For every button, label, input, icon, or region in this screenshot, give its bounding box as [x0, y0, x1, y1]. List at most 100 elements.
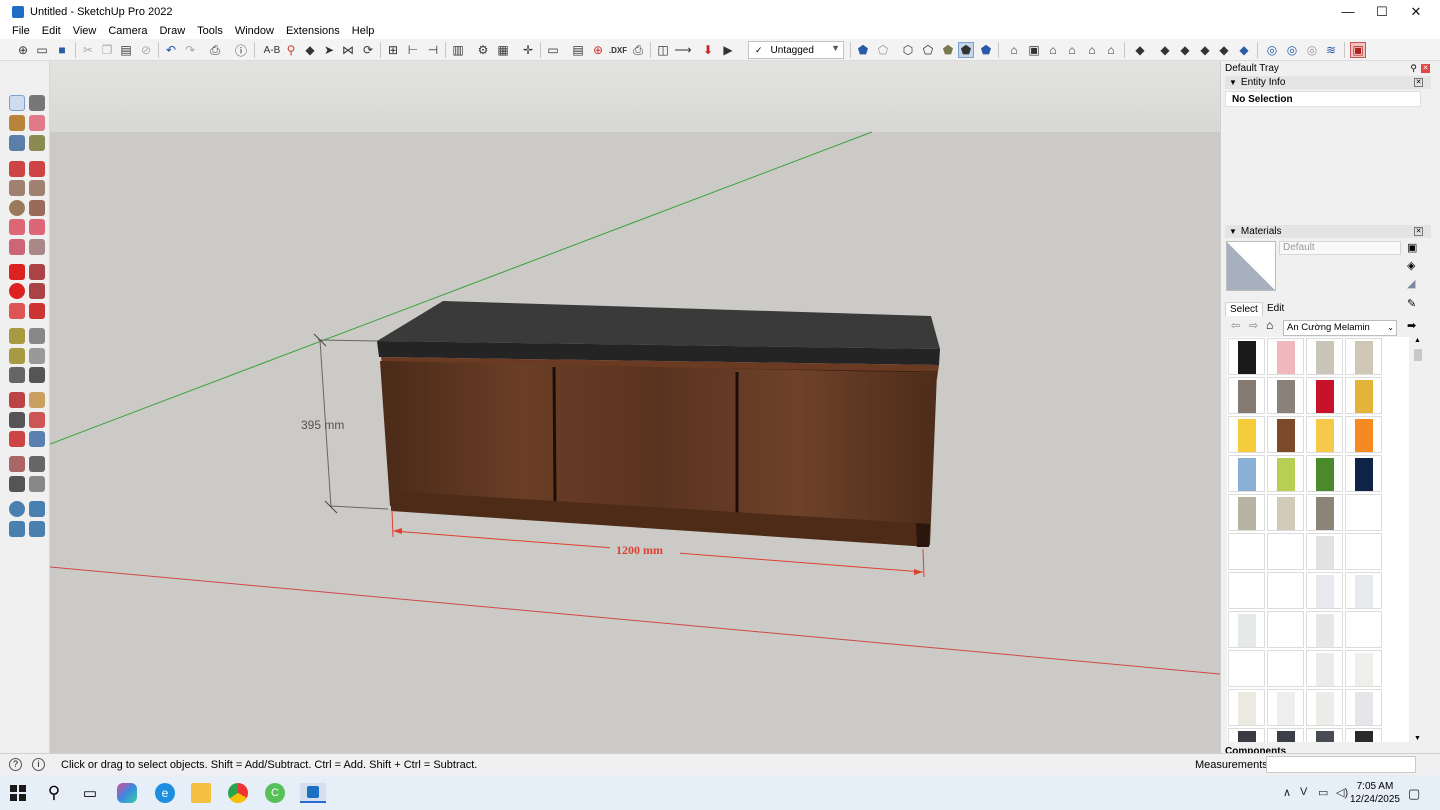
vpn-icon[interactable]: V [1300, 786, 1307, 798]
circle-tool-icon[interactable] [9, 200, 25, 216]
volume-icon[interactable]: ◁) [1336, 786, 1348, 799]
model-info-icon[interactable]: ⓘ [233, 42, 249, 58]
material-swatch[interactable] [1267, 611, 1304, 648]
material-swatch[interactable] [1228, 650, 1265, 687]
measurements-input[interactable] [1266, 756, 1416, 773]
save-icon[interactable]: ■ [54, 42, 70, 58]
material-swatch[interactable] [1345, 650, 1382, 687]
material-swatch[interactable] [1306, 611, 1343, 648]
style-wireframe-icon[interactable]: ⬠ [875, 42, 891, 58]
material-swatch[interactable] [1306, 338, 1343, 375]
extension-warehouse-icon[interactable]: ▣ [1350, 42, 1366, 58]
align-icon[interactable]: ⊞ [385, 42, 401, 58]
search-icon[interactable]: ⚲ [44, 783, 64, 803]
material-swatch[interactable] [1267, 416, 1304, 453]
printer-icon[interactable]: ⎙ [630, 42, 646, 58]
sandbox-icon[interactable]: ◎ [1264, 42, 1280, 58]
material-swatch[interactable] [1267, 377, 1304, 414]
3d-text-icon[interactable] [29, 367, 45, 383]
axes-icon[interactable]: ✛ [520, 42, 536, 58]
material-swatch[interactable] [1267, 572, 1304, 609]
two-point-arc-icon[interactable] [29, 219, 45, 235]
menu-view[interactable]: View [67, 25, 103, 37]
material-swatch[interactable] [1228, 338, 1265, 375]
layout-icon[interactable]: ▥ [450, 42, 466, 58]
material-swatch[interactable] [1228, 611, 1265, 648]
network-icon[interactable]: ▭ [1318, 786, 1328, 799]
material-swatch[interactable] [1345, 455, 1382, 492]
view-back-icon[interactable]: ⌂ [1084, 42, 1100, 58]
rotated-rectangle-icon[interactable] [29, 180, 45, 196]
height-dimension[interactable]: 395 mm [301, 333, 389, 514]
material-swatch[interactable] [1267, 455, 1304, 492]
menu-tools[interactable]: Tools [191, 25, 229, 37]
refresh-icon[interactable]: ⟳ [360, 42, 376, 58]
solid-subtract-icon[interactable]: ◆ [1177, 42, 1193, 58]
style-textured-icon[interactable]: ⬟ [940, 42, 956, 58]
view-top-icon[interactable]: ▣ [1026, 42, 1042, 58]
arc-tool-icon[interactable] [9, 219, 25, 235]
material-swatch[interactable] [1306, 650, 1343, 687]
print-icon[interactable]: ⎙ [207, 42, 223, 58]
position-camera-icon[interactable] [9, 456, 25, 472]
align-center-icon[interactable]: ⊣ [425, 42, 441, 58]
view-right-icon[interactable]: ⌂ [1064, 42, 1080, 58]
material-swatch[interactable] [1306, 494, 1343, 531]
material-swatch[interactable] [1267, 533, 1304, 570]
sandbox-smoove-icon[interactable] [9, 521, 25, 537]
material-swatch[interactable] [1306, 728, 1343, 742]
previous-view-icon[interactable] [29, 431, 45, 447]
instructor-icon[interactable]: i [32, 758, 45, 771]
rotate-tool-icon[interactable] [9, 283, 25, 299]
pin-icon[interactable]: ⚲ [1410, 63, 1417, 74]
material-swatch[interactable] [1267, 338, 1304, 375]
flip-icon[interactable]: ⋈ [340, 42, 356, 58]
material-swatch[interactable] [1345, 572, 1382, 609]
sandbox-scratch-icon[interactable] [29, 501, 45, 517]
component-tool-icon[interactable] [9, 135, 25, 151]
axes-tool-icon[interactable] [9, 367, 25, 383]
material-swatch[interactable] [1228, 455, 1265, 492]
cabinet-model[interactable] [377, 301, 940, 547]
tab-edit[interactable]: Edit [1263, 302, 1288, 315]
style-shaded-icon[interactable]: ⬠ [920, 42, 936, 58]
sample-paint-icon[interactable]: ✎ [1407, 297, 1416, 310]
materials-header[interactable]: ▼ Materials ✕ [1225, 225, 1431, 238]
material-swatch[interactable] [1228, 416, 1265, 453]
materials-close-icon[interactable]: ✕ [1414, 227, 1423, 236]
material-swatch[interactable] [1267, 650, 1304, 687]
rectangle-frame-icon[interactable]: ▭ [545, 42, 561, 58]
tab-select[interactable]: Select [1225, 302, 1263, 316]
view-left-icon[interactable]: ⌂ [1103, 42, 1119, 58]
menu-edit[interactable]: Edit [36, 25, 67, 37]
offset-tool-icon[interactable] [29, 303, 45, 319]
menu-file[interactable]: File [6, 25, 36, 37]
dimension-tool-icon[interactable] [29, 328, 45, 344]
style-xray-icon[interactable]: ⬟ [855, 42, 871, 58]
menu-extensions[interactable]: Extensions [280, 25, 346, 37]
copy-icon[interactable]: ❐ [99, 42, 115, 58]
sketchup-taskbar-icon[interactable] [300, 783, 326, 803]
style-hidden-line-icon[interactable]: ⬡ [900, 42, 916, 58]
material-swatch[interactable] [1228, 377, 1265, 414]
default-material-icon[interactable]: ◢ [1407, 277, 1415, 290]
sandbox-contours-icon[interactable] [9, 501, 25, 517]
system-clock[interactable]: 7:05 AM 12/24/2025 [1350, 780, 1400, 806]
menu-draw[interactable]: Draw [153, 25, 191, 37]
tape-measure-tool-icon[interactable] [9, 328, 25, 344]
maximize-button[interactable]: ☐ [1365, 0, 1399, 23]
task-view-icon[interactable]: ▭ [80, 783, 100, 803]
coccoc-browser-icon[interactable]: C [265, 783, 285, 803]
redo-icon[interactable]: ↷ [182, 42, 198, 58]
undo-icon[interactable]: ↶ [163, 42, 179, 58]
style-color-icon[interactable]: ⬟ [978, 42, 994, 58]
notifications-icon[interactable]: ▢ [1408, 786, 1420, 802]
home-icon[interactable]: ⌂ [1266, 318, 1273, 332]
material-swatch[interactable] [1345, 338, 1382, 375]
material-swatch[interactable] [1306, 377, 1343, 414]
file-explorer-icon[interactable] [191, 783, 211, 803]
dxf-export-icon[interactable]: .DXF [607, 42, 629, 58]
protractor-icon[interactable] [9, 348, 25, 364]
material-bucket-icon[interactable]: ◈ [1407, 259, 1415, 272]
walk-icon[interactable] [9, 476, 25, 492]
